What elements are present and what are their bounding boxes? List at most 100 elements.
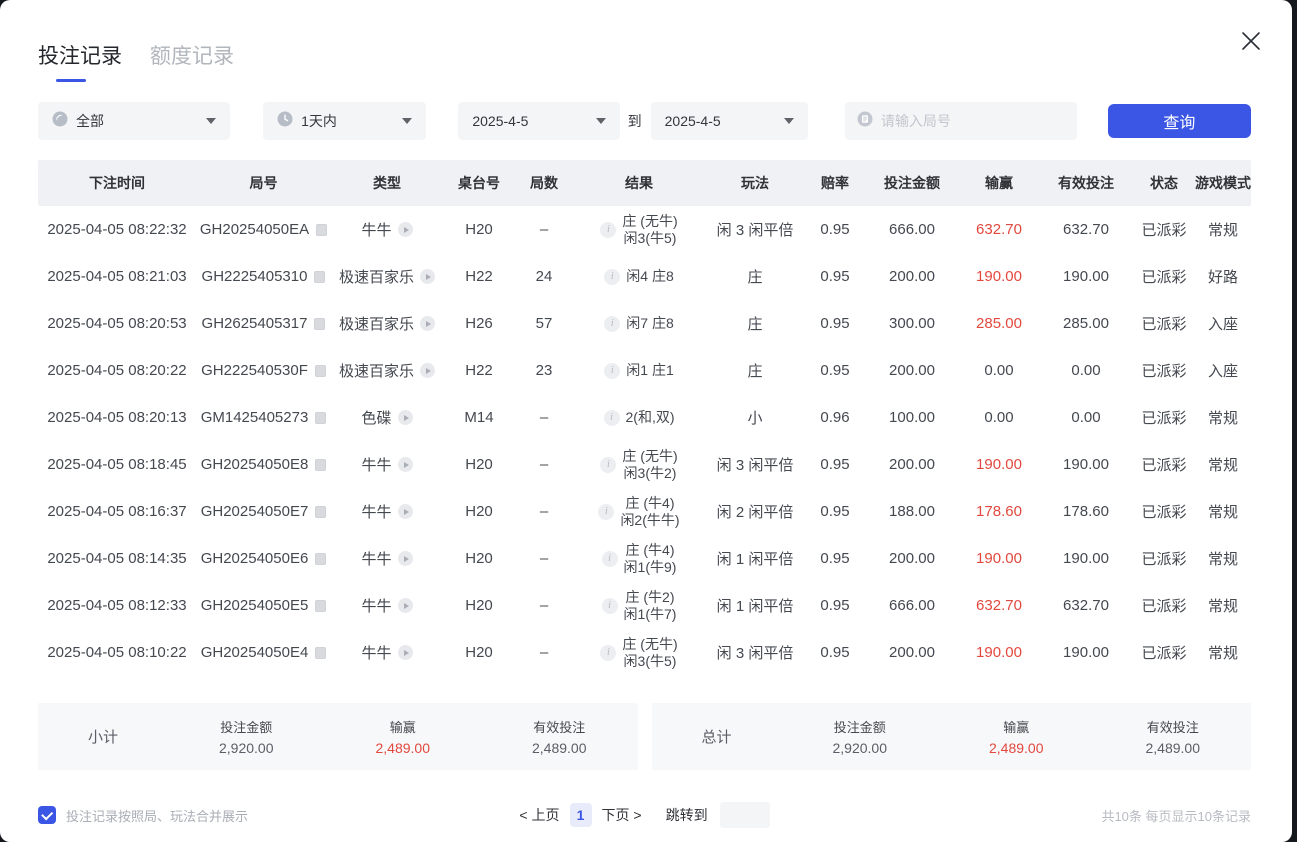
play-video-icon[interactable] bbox=[398, 410, 413, 425]
play-video-icon[interactable] bbox=[420, 363, 435, 378]
info-icon[interactable]: i bbox=[604, 269, 620, 285]
close-icon[interactable] bbox=[1238, 28, 1264, 54]
total-valid-bet-value: 2,489.00 bbox=[1095, 740, 1252, 756]
cell-win-loss: 0.00 bbox=[959, 362, 1039, 379]
cell-game-type: 牛牛 bbox=[331, 219, 443, 240]
play-video-icon[interactable] bbox=[398, 222, 413, 237]
cell-bet-time: 2025-04-05 08:22:32 bbox=[38, 221, 196, 238]
cell-round-count: – bbox=[515, 597, 573, 614]
table-row: 2025-04-05 08:20:13GM1425405273色碟M14–i2(… bbox=[38, 394, 1251, 441]
merge-checkbox[interactable] bbox=[38, 806, 56, 824]
copy-icon[interactable] bbox=[315, 365, 326, 377]
info-icon[interactable]: i bbox=[602, 551, 618, 567]
pagination: < 上页 1 下页 > 跳转到 bbox=[519, 802, 769, 828]
date-to-select[interactable]: 2025-4-5 bbox=[651, 102, 808, 140]
round-search-input[interactable] bbox=[881, 113, 1041, 129]
cell-play-type: 庄 bbox=[705, 313, 805, 334]
chevron-down-icon bbox=[596, 118, 606, 124]
cell-game-mode: 常规 bbox=[1195, 219, 1251, 240]
copy-icon[interactable] bbox=[314, 271, 325, 283]
cell-win-loss: 178.60 bbox=[959, 503, 1039, 520]
cell-table-no: H22 bbox=[443, 362, 515, 379]
cell-game-mode: 常规 bbox=[1195, 595, 1251, 616]
cell-win-loss: 190.00 bbox=[959, 268, 1039, 285]
date-to-value: 2025-4-5 bbox=[665, 113, 721, 129]
date-from-select[interactable]: 2025-4-5 bbox=[458, 102, 619, 140]
copy-icon[interactable] bbox=[314, 318, 325, 330]
cell-bet-time: 2025-04-05 08:10:22 bbox=[38, 644, 196, 661]
info-icon[interactable]: i bbox=[604, 316, 620, 332]
play-video-icon[interactable] bbox=[420, 316, 435, 331]
copy-icon[interactable] bbox=[315, 506, 326, 518]
cell-status: 已派彩 bbox=[1133, 501, 1195, 522]
total-win-loss: 输赢 2,489.00 bbox=[938, 717, 1095, 756]
play-video-icon[interactable] bbox=[420, 269, 435, 284]
cell-round-id: GH222540530F bbox=[196, 362, 331, 379]
prev-page-button[interactable]: < 上页 bbox=[519, 805, 559, 825]
cell-result: i闲7 庄8 bbox=[573, 315, 705, 332]
copy-icon[interactable] bbox=[315, 600, 326, 612]
cell-valid-bet: 190.00 bbox=[1039, 644, 1133, 661]
cell-valid-bet: 285.00 bbox=[1039, 315, 1133, 332]
cell-game-type: 牛牛 bbox=[331, 595, 443, 616]
play-video-icon[interactable] bbox=[398, 551, 413, 566]
copy-icon[interactable] bbox=[315, 553, 326, 565]
result-text: 庄 (牛2)闲1(牛7) bbox=[624, 589, 677, 623]
copy-icon[interactable] bbox=[316, 224, 327, 236]
info-icon[interactable]: i bbox=[598, 504, 614, 520]
subtotal-valid-bet-value: 2,489.00 bbox=[481, 740, 638, 756]
info-icon[interactable]: i bbox=[602, 598, 618, 614]
column-header-12: 游戏模式 bbox=[1195, 173, 1251, 193]
tab-quota-records[interactable]: 额度记录 bbox=[150, 40, 234, 82]
copy-icon[interactable] bbox=[315, 412, 326, 424]
play-video-icon[interactable] bbox=[398, 457, 413, 472]
copy-icon[interactable] bbox=[315, 647, 326, 659]
query-button[interactable]: 查询 bbox=[1108, 104, 1251, 138]
cell-valid-bet: 0.00 bbox=[1039, 362, 1133, 379]
cell-odds: 0.95 bbox=[805, 362, 865, 379]
period-select[interactable]: 1天内 bbox=[263, 102, 426, 140]
cell-status: 已派彩 bbox=[1133, 266, 1195, 287]
table-header-row: 下注时间局号类型桌台号局数结果玩法赔率投注金额输赢有效投注状态游戏模式 bbox=[38, 160, 1251, 206]
cell-table-no: H22 bbox=[443, 268, 515, 285]
info-icon[interactable]: i bbox=[604, 363, 620, 379]
cell-game-mode: 常规 bbox=[1195, 454, 1251, 475]
cell-round-id: GH20254050E5 bbox=[196, 597, 331, 614]
table-row: 2025-04-05 08:20:53GH2625405317极速百家乐H265… bbox=[38, 300, 1251, 347]
category-select-value: 全部 bbox=[76, 111, 104, 131]
cell-round-count: – bbox=[515, 644, 573, 661]
result-text: 庄 (无牛)闲3(牛2) bbox=[622, 448, 677, 482]
date-range-to-label: 到 bbox=[628, 111, 642, 131]
info-icon[interactable]: i bbox=[600, 222, 616, 238]
cell-round-id: GM1425405273 bbox=[196, 409, 331, 426]
tab-bet-records[interactable]: 投注记录 bbox=[38, 40, 122, 82]
info-icon[interactable]: i bbox=[600, 457, 616, 473]
info-icon[interactable]: i bbox=[604, 410, 620, 426]
column-header-1: 局号 bbox=[196, 173, 331, 193]
cell-bet-time: 2025-04-05 08:14:35 bbox=[38, 550, 196, 567]
current-page-button[interactable]: 1 bbox=[570, 803, 592, 827]
cell-odds: 0.96 bbox=[805, 409, 865, 426]
cell-play-type: 闲 3 闲平倍 bbox=[705, 642, 805, 663]
tab-quota-records-label: 额度记录 bbox=[150, 45, 234, 68]
info-icon[interactable]: i bbox=[600, 645, 616, 661]
total-valid-bet: 有效投注 2,489.00 bbox=[1095, 717, 1252, 756]
cell-game-mode: 好路 bbox=[1195, 266, 1251, 287]
cell-status: 已派彩 bbox=[1133, 454, 1195, 475]
category-select[interactable]: 全部 bbox=[38, 102, 230, 140]
next-page-button[interactable]: 下页 > bbox=[602, 805, 642, 825]
cell-valid-bet: 190.00 bbox=[1039, 550, 1133, 567]
cell-win-loss: 632.70 bbox=[959, 221, 1039, 238]
table-row: 2025-04-05 08:18:45GH20254050E8牛牛H20–i庄 … bbox=[38, 441, 1251, 488]
total-win-loss-value: 2,489.00 bbox=[938, 740, 1095, 756]
cell-round-count: – bbox=[515, 221, 573, 238]
cell-win-loss: 632.70 bbox=[959, 597, 1039, 614]
jump-page-input[interactable] bbox=[720, 802, 770, 828]
play-video-icon[interactable] bbox=[398, 504, 413, 519]
total-bet-amount: 投注金额 2,920.00 bbox=[782, 717, 939, 756]
result-text: 庄 (无牛)闲3(牛5) bbox=[622, 636, 677, 670]
play-video-icon[interactable] bbox=[398, 598, 413, 613]
play-video-icon[interactable] bbox=[398, 645, 413, 660]
copy-icon[interactable] bbox=[315, 459, 326, 471]
cell-bet-amount: 666.00 bbox=[865, 597, 959, 614]
